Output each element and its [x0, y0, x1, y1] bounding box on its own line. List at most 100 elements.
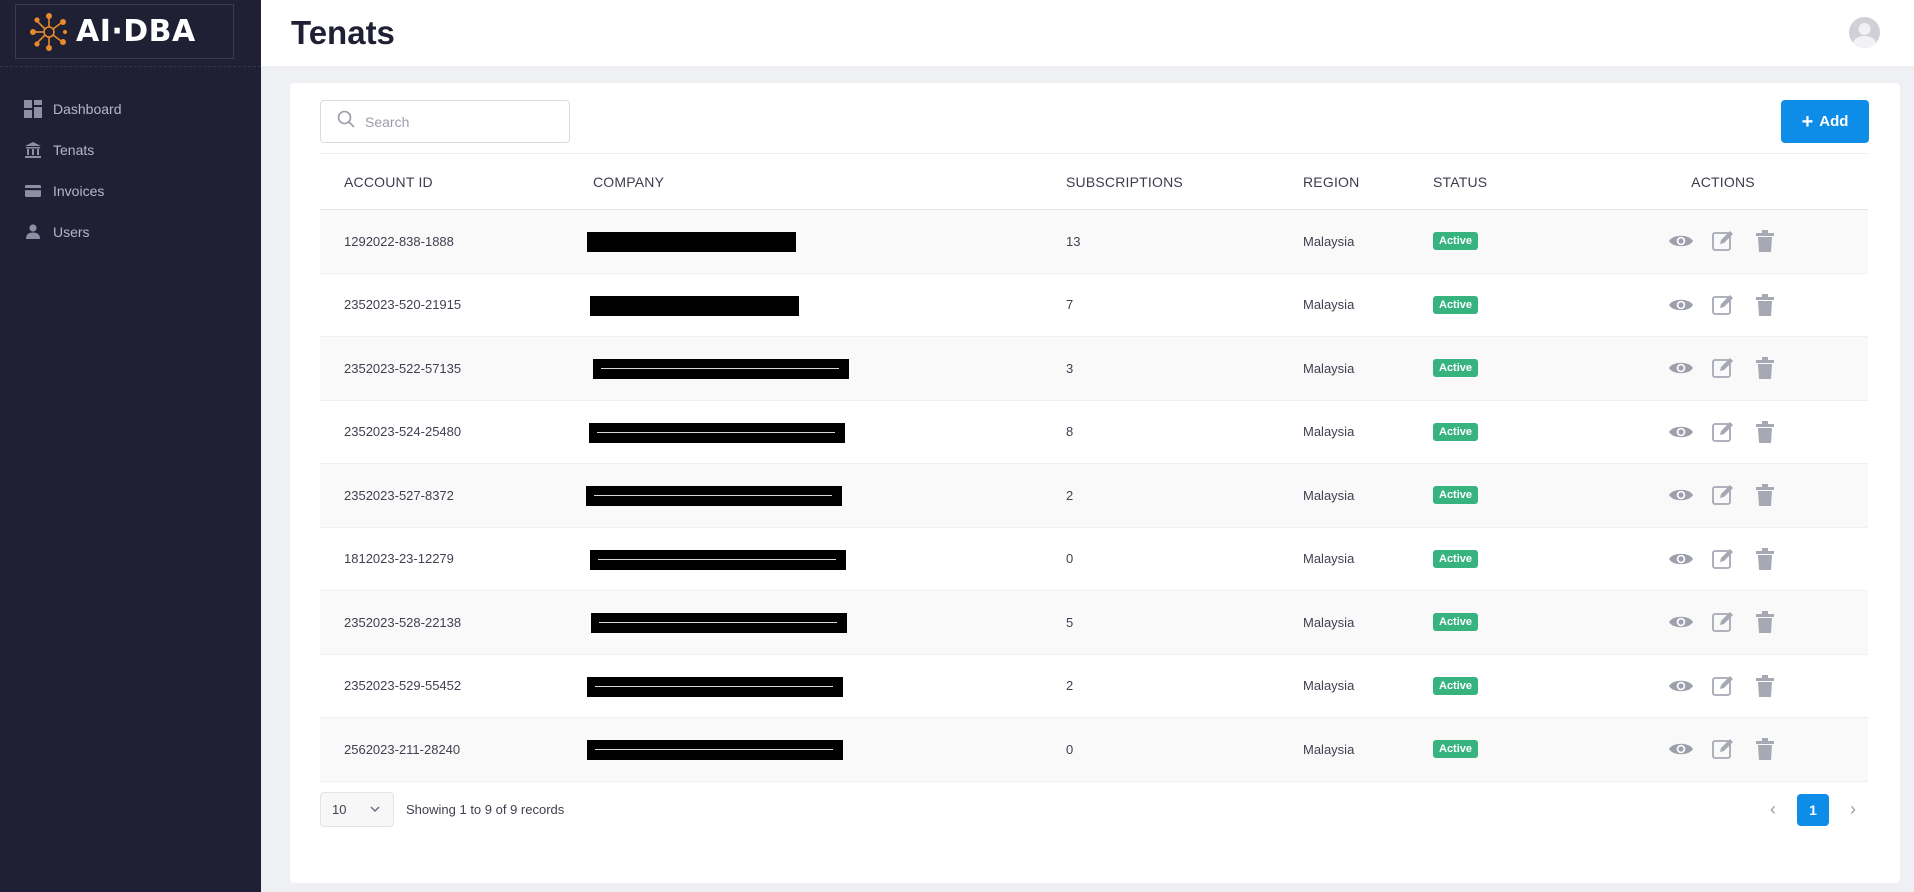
column-header-status[interactable]: STATUS: [1433, 174, 1578, 190]
sidebar: AI·DBA Dashboard Tenats Invoices Users: [0, 0, 261, 892]
user-avatar-icon[interactable]: [1849, 17, 1880, 48]
redacted-company-name: [590, 295, 799, 316]
top-header: Tenats: [261, 0, 1914, 66]
brand-logo[interactable]: AI·DBA: [15, 4, 234, 59]
table-row[interactable]: 2352023-528-22138 5 Malaysia Active: [320, 591, 1868, 655]
trash-icon[interactable]: [1752, 482, 1778, 508]
column-header-actions: ACTIONS: [1691, 173, 1755, 190]
status-badge: Active: [1433, 486, 1479, 505]
column-header-region[interactable]: REGION: [1303, 174, 1433, 190]
sidebar-item-dashboard[interactable]: Dashboard: [0, 88, 261, 129]
trash-icon[interactable]: [1752, 673, 1778, 699]
eye-icon[interactable]: [1668, 292, 1694, 318]
edit-icon[interactable]: [1710, 546, 1736, 572]
redacted-company-name: [587, 676, 843, 697]
chevron-down-icon: [369, 803, 381, 818]
actions-cell: [1578, 482, 1868, 508]
actions-cell: [1578, 609, 1868, 635]
plus-icon: +: [1801, 110, 1814, 133]
table-header: ACCOUNT ID COMPANY SUBSCRIPTIONS REGION …: [320, 153, 1868, 210]
account-id-cell: 2352023-528-22138: [344, 614, 462, 630]
company-cell: [590, 274, 1066, 337]
eye-icon[interactable]: [1668, 228, 1694, 254]
next-page-icon[interactable]: ›: [1838, 795, 1868, 825]
page-number-button[interactable]: 1: [1797, 793, 1829, 826]
trash-icon[interactable]: [1752, 355, 1778, 381]
eye-icon[interactable]: [1668, 736, 1694, 762]
eye-icon[interactable]: [1668, 355, 1694, 381]
trash-icon[interactable]: [1752, 546, 1778, 572]
region-cell: Malaysia: [1303, 360, 1355, 376]
table-row[interactable]: 2352023-529-55452 2 Malaysia Active: [320, 655, 1868, 718]
subscriptions-cell: 0: [1066, 551, 1074, 567]
account-id-cell: 2352023-522-57135: [344, 360, 462, 376]
edit-icon[interactable]: [1710, 673, 1736, 699]
region-cell: Malaysia: [1303, 614, 1355, 630]
sidebar-item-label: Invoices: [53, 182, 105, 199]
trash-icon[interactable]: [1752, 609, 1778, 635]
table-row[interactable]: 2352023-522-57135 3 Malaysia Active: [320, 337, 1868, 401]
company-cell: [587, 210, 1066, 273]
eye-icon[interactable]: [1668, 673, 1694, 699]
status-cell: Active: [1433, 676, 1578, 695]
sidebar-item-tenats[interactable]: Tenats: [0, 129, 261, 170]
bank-icon: [24, 141, 42, 159]
trash-icon[interactable]: [1752, 292, 1778, 318]
status-badge: Active: [1433, 295, 1479, 314]
trash-icon[interactable]: [1752, 419, 1778, 445]
company-cell: [589, 401, 1066, 464]
table-row[interactable]: 2352023-524-25480 8 Malaysia Active: [320, 401, 1868, 464]
edit-icon[interactable]: [1710, 419, 1736, 445]
eye-icon[interactable]: [1668, 419, 1694, 445]
actions-cell: [1578, 355, 1868, 381]
account-id-cell: 1292022-838-1888: [344, 233, 454, 249]
search-input[interactable]: [365, 113, 555, 130]
table-row[interactable]: 1812023-23-12279 0 Malaysia Active: [320, 528, 1868, 591]
redacted-company-name: [586, 486, 842, 506]
eye-icon[interactable]: [1668, 482, 1694, 508]
table-row[interactable]: 2352023-520-21915 7 Malaysia Active: [320, 274, 1868, 337]
prev-page-icon[interactable]: ‹: [1758, 795, 1788, 825]
table-row[interactable]: 1292022-838-1888 13 Malaysia Active: [320, 210, 1868, 274]
edit-icon[interactable]: [1710, 482, 1736, 508]
status-cell: Active: [1433, 359, 1578, 378]
status-cell: Active: [1433, 232, 1578, 251]
sidebar-item-label: Dashboard: [53, 100, 122, 117]
status-badge: Active: [1433, 232, 1479, 251]
per-page-select[interactable]: 10: [320, 792, 394, 827]
sidebar-item-label: Tenats: [53, 141, 95, 158]
company-cell: [587, 655, 1066, 718]
account-id-cell: 2352023-527-8372: [344, 487, 454, 503]
actions-cell: [1578, 736, 1868, 762]
edit-icon[interactable]: [1710, 609, 1736, 635]
eye-icon[interactable]: [1668, 546, 1694, 572]
status-cell: Active: [1433, 295, 1578, 314]
column-header-subscriptions[interactable]: SUBSCRIPTIONS: [1066, 174, 1303, 190]
company-cell: [587, 718, 1066, 781]
column-header-company[interactable]: COMPANY: [593, 174, 1066, 190]
trash-icon[interactable]: [1752, 228, 1778, 254]
sidebar-item-users[interactable]: Users: [0, 211, 261, 252]
edit-icon[interactable]: [1710, 736, 1736, 762]
column-header-account-id[interactable]: ACCOUNT ID: [320, 174, 593, 190]
search-box[interactable]: [320, 100, 570, 143]
account-id-cell: 1812023-23-12279: [344, 551, 454, 567]
status-badge: Active: [1433, 422, 1479, 441]
tenants-table: ACCOUNT ID COMPANY SUBSCRIPTIONS REGION …: [320, 153, 1868, 782]
add-button[interactable]: + Add: [1781, 100, 1869, 143]
edit-icon[interactable]: [1710, 292, 1736, 318]
company-cell: [593, 337, 1066, 400]
region-cell: Malaysia: [1303, 233, 1355, 249]
table-row[interactable]: 2562023-211-28240 0 Malaysia Active: [320, 718, 1868, 782]
company-cell: [586, 464, 1066, 527]
eye-icon[interactable]: [1668, 609, 1694, 635]
trash-icon[interactable]: [1752, 736, 1778, 762]
subscriptions-cell: 0: [1066, 741, 1074, 757]
subscriptions-cell: 5: [1066, 614, 1074, 630]
sidebar-item-invoices[interactable]: Invoices: [0, 170, 261, 211]
redacted-company-name: [593, 359, 849, 379]
table-row[interactable]: 2352023-527-8372 2 Malaysia Active: [320, 464, 1868, 528]
edit-icon[interactable]: [1710, 228, 1736, 254]
edit-icon[interactable]: [1710, 355, 1736, 381]
actions-cell: [1578, 228, 1868, 254]
